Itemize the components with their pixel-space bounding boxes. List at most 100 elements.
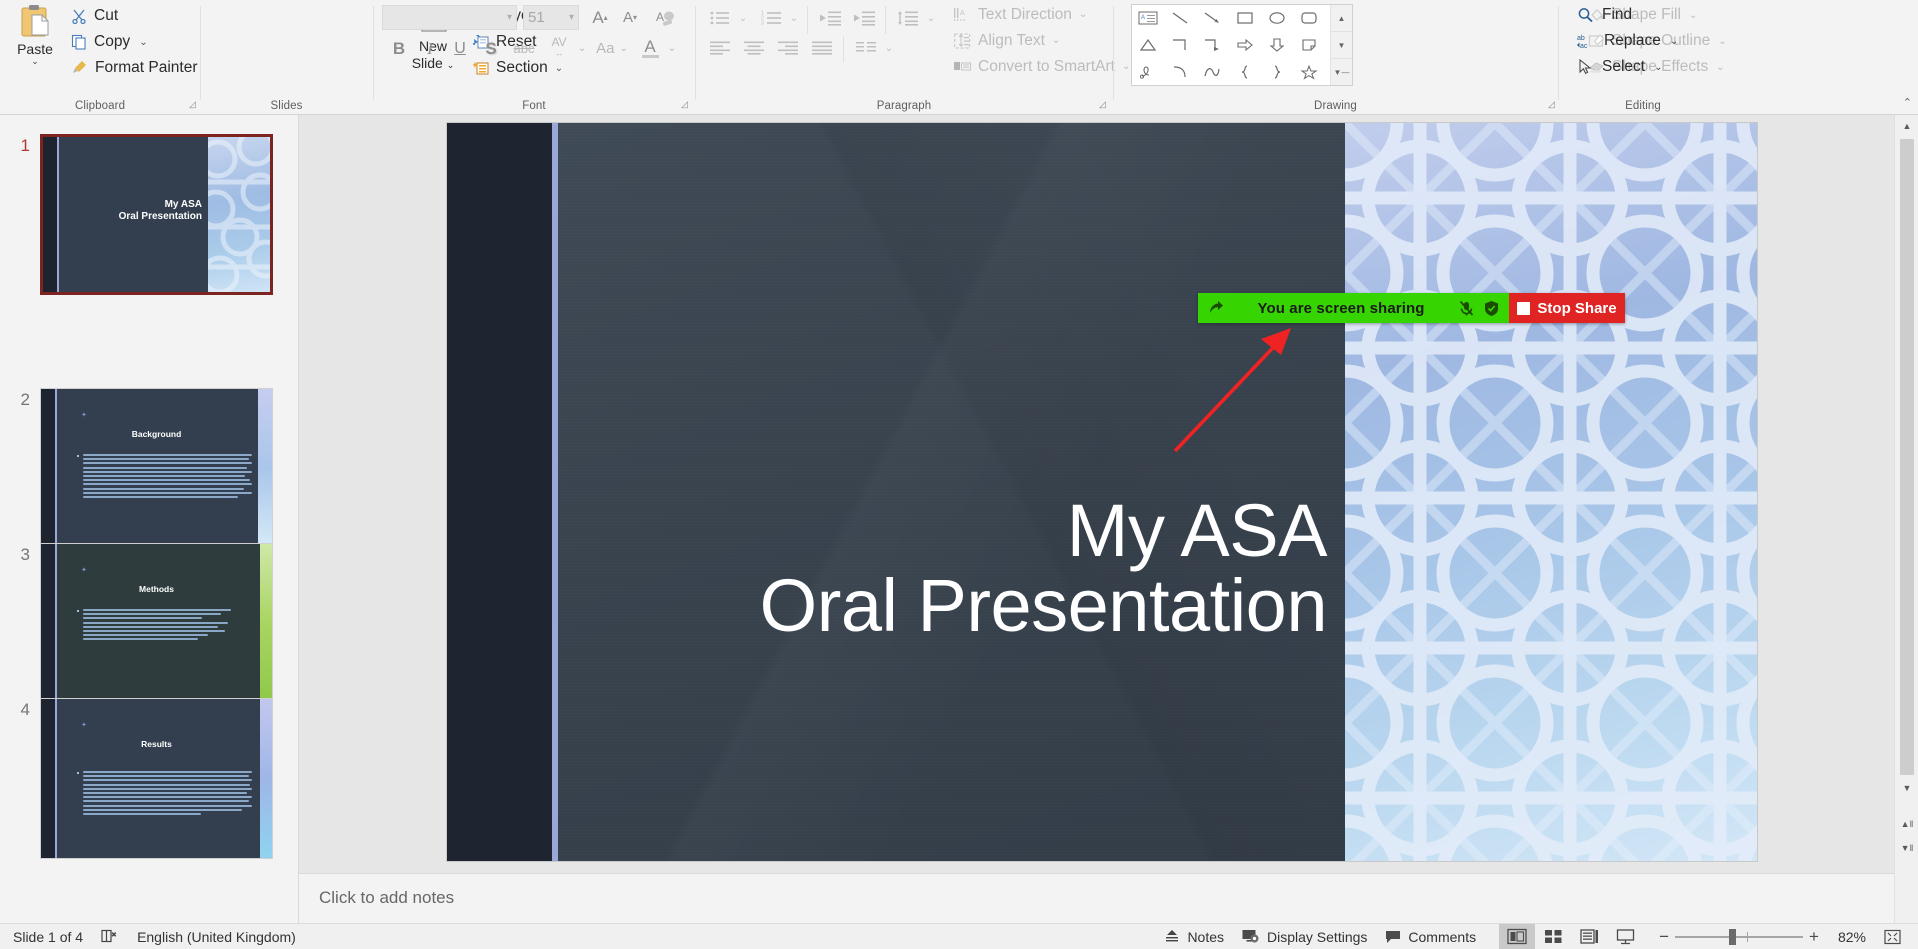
line-spacing-button[interactable] [893,5,923,31]
chevron-down-icon[interactable]: ⌄ [1654,62,1662,73]
thumbnail-frame[interactable]: My ASA Oral Presentation [40,134,273,295]
shapes-gallery[interactable]: A ▲ ▼ ▼— [1131,4,1353,86]
italic-button[interactable]: I [417,36,443,61]
numbering-button[interactable]: 1 2 3 [756,5,786,31]
scroll-down-icon[interactable]: ▼ [1895,777,1918,799]
slide-thumbnail-panel[interactable]: 1 My ASA Oral Presentation 2 ✦ Backgroun… [0,115,299,923]
underline-button[interactable]: U [447,36,473,61]
thumbnail-slide-3[interactable]: 3 ✦ Methods [0,543,299,704]
previous-slide-button[interactable]: ▲‖ [1895,813,1918,835]
slide-counter[interactable]: Slide 1 of 4 [4,924,92,949]
font-name-input[interactable]: ▾ [382,5,517,30]
font-dialog-launcher[interactable]: ◿ [678,98,691,111]
shape-down-arrow[interactable] [1261,32,1293,59]
shape-scribble[interactable] [1132,58,1164,85]
shape-star[interactable] [1293,58,1325,85]
shape-textbox[interactable]: A [1132,5,1164,32]
convert-to-smartart-button[interactable]: Convert to SmartArt ⌄ [950,54,1134,79]
increase-indent-button[interactable] [849,5,879,31]
find-button[interactable]: Find [1572,2,1637,28]
chevron-down-icon[interactable]: ⌄ [139,37,147,48]
font-color-button[interactable]: A [637,33,663,62]
shape-arrow[interactable] [1196,5,1228,32]
thumbnail-frame[interactable]: ✦ Background [40,388,273,549]
mic-muted-icon[interactable] [1458,300,1475,317]
slide-title[interactable]: My ASA Oral Presentation [587,493,1328,644]
clear-formatting-button[interactable]: A [651,5,681,30]
slideshow-view-button[interactable] [1607,924,1643,949]
align-left-button[interactable] [705,35,735,61]
notes-pane[interactable]: Click to add notes [299,873,1894,923]
shape-rounded-rectangle[interactable] [1293,5,1325,32]
shape-folded-corner[interactable] [1293,32,1325,59]
stop-share-button[interactable]: Stop Share [1509,293,1625,323]
character-spacing-button[interactable]: AV ↔ [543,34,575,62]
bullets-button[interactable] [705,5,735,31]
shape-triangle[interactable] [1132,32,1164,59]
copy-button[interactable]: Copy ⌄ [66,29,153,55]
thumbnail-slide-2[interactable]: 2 ✦ Background [0,388,299,549]
align-text-button[interactable]: Align Text ⌄ [950,28,1064,53]
shapes-more-icon[interactable]: ▼— [1331,59,1352,85]
strikethrough-button[interactable]: abc [509,36,539,61]
chevron-down-icon[interactable]: ⌄ [575,36,589,61]
shape-oval[interactable] [1261,5,1293,32]
spell-check-button[interactable]: ✖ [92,924,128,949]
zoom-slider-thumb[interactable] [1728,928,1736,945]
grow-font-button[interactable]: A ▴ [586,5,614,30]
shape-curve[interactable] [1196,58,1228,85]
paragraph-dialog-launcher[interactable]: ◿ [1096,98,1109,111]
drawing-dialog-launcher[interactable]: ◿ [1545,98,1558,111]
shape-right-brace[interactable] [1261,58,1293,85]
clipboard-dialog-launcher[interactable]: ◿ [186,98,199,111]
shape-elbow-connector[interactable] [1164,32,1196,59]
chevron-down-icon[interactable]: ⌄ [736,5,750,31]
shapes-scroll-down-icon[interactable]: ▼ [1331,32,1352,59]
thumbnail-frame[interactable]: ✦ Results [40,698,273,859]
shape-right-arrow[interactable] [1229,32,1261,59]
columns-button[interactable] [851,35,881,61]
zoom-slider[interactable] [1675,924,1804,949]
zoom-out-button[interactable]: − [1643,924,1675,949]
zoom-level-display[interactable]: 82% [1829,924,1875,949]
scroll-up-icon[interactable]: ▲ [1895,115,1918,137]
thumbnail-slide-4[interactable]: 4 ✦ Results [0,698,299,859]
chevron-down-icon[interactable]: ⌄ [665,36,679,61]
align-center-button[interactable] [739,35,769,61]
collapse-ribbon-button[interactable]: ⌃ [1903,96,1912,109]
slide-sorter-view-button[interactable] [1535,924,1571,949]
notes-toggle-button[interactable]: Notes [1155,924,1233,949]
select-button[interactable]: Select ⌄ [1572,54,1667,80]
shape-arc[interactable] [1164,58,1196,85]
paste-button[interactable]: Paste ⌄ [6,4,64,84]
thumbnail-frame[interactable]: ✦ Methods [40,543,273,704]
font-size-input[interactable]: 51 ▾ [523,5,579,30]
chevron-down-icon[interactable]: ⌄ [1670,36,1678,47]
shape-line[interactable] [1164,5,1196,32]
decrease-indent-button[interactable] [815,5,845,31]
zoom-in-button[interactable]: + [1803,924,1829,949]
chevron-down-icon[interactable]: ▾ [569,12,574,23]
format-painter-button[interactable]: Format Painter [66,55,203,81]
chevron-down-icon[interactable]: ⌄ [787,5,801,31]
justify-button[interactable] [807,35,837,61]
shapes-scrollbar[interactable]: ▲ ▼ ▼— [1330,5,1352,85]
bold-button[interactable]: B [386,36,412,61]
current-slide[interactable]: My ASA Oral Presentation [447,123,1757,861]
chevron-down-icon[interactable]: ⌄ [924,5,938,31]
cut-button[interactable]: Cut [66,3,123,29]
chevron-down-icon[interactable]: ▾ [507,12,512,23]
shape-rectangle[interactable] [1229,5,1261,32]
replace-button[interactable]: ab ac Replace ⌄ [1572,28,1683,54]
shape-left-brace[interactable] [1229,58,1261,85]
vertical-scrollbar[interactable]: ▲ ▼ ▲‖ ▼‖ [1894,115,1918,923]
shrink-font-button[interactable]: A ▾ [616,5,644,30]
fit-to-window-button[interactable] [1875,924,1910,949]
next-slide-button[interactable]: ▼‖ [1895,837,1918,859]
language-indicator[interactable]: English (United Kingdom) [128,924,305,949]
scrollbar-thumb[interactable] [1900,139,1914,775]
chevron-down-icon[interactable]: ⌄ [882,35,896,61]
thumbnail-slide-1[interactable]: 1 My ASA Oral Presentation [0,134,299,295]
shape-elbow-arrow-connector[interactable] [1196,32,1228,59]
shield-check-icon[interactable] [1483,300,1500,317]
